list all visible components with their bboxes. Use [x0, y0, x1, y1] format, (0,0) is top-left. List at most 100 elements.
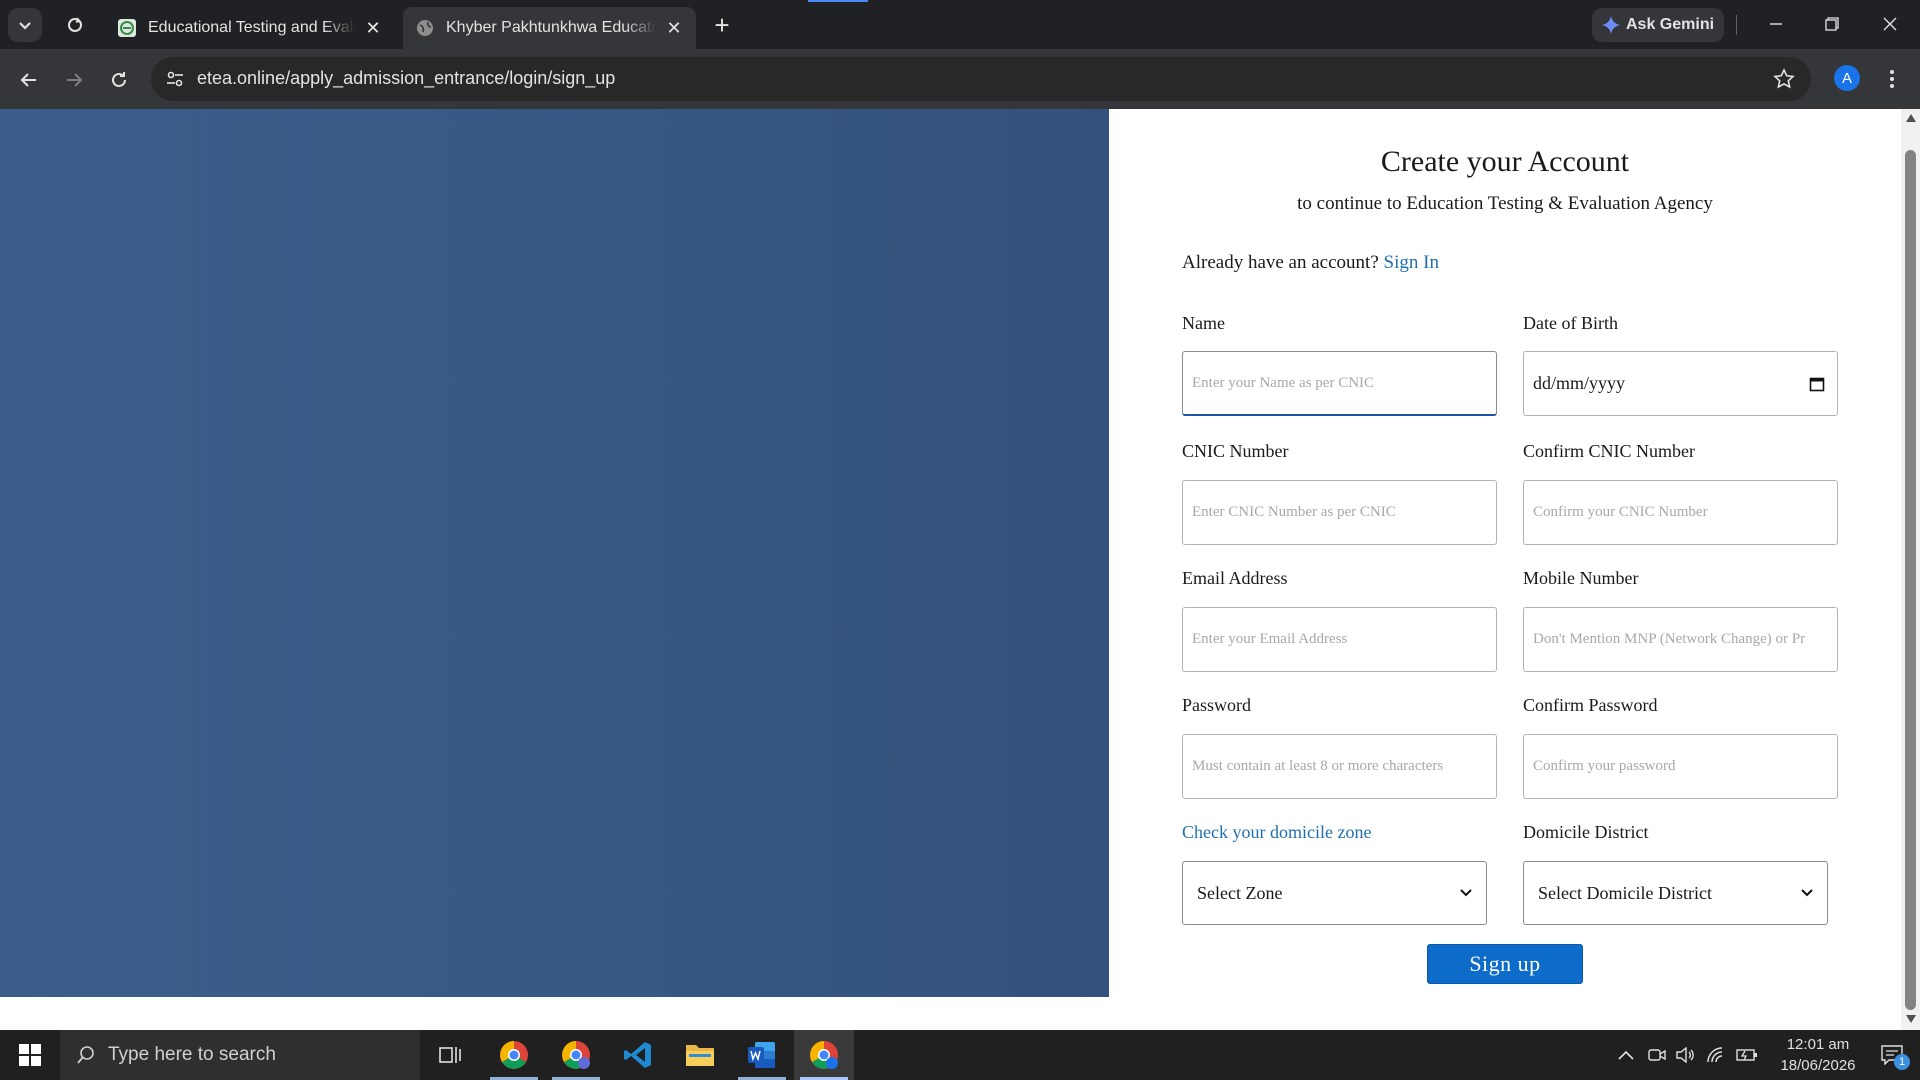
chevron-down-icon: [1460, 889, 1472, 897]
sync-icon: [68, 17, 82, 32]
chevron-down-icon: [19, 22, 31, 30]
search-placeholder: Type here to search: [108, 1044, 276, 1065]
avatar-initial: A: [1841, 69, 1852, 87]
mobile-label: Mobile Number: [1523, 568, 1639, 588]
cnic-input[interactable]: Enter CNIC Number as per CNIC: [1182, 480, 1497, 545]
password-placeholder: Must contain at least 8 or more characte…: [1192, 758, 1444, 774]
vscode-icon: [624, 1042, 651, 1068]
signin-link[interactable]: Sign In: [1384, 252, 1439, 273]
taskbar-vscode[interactable]: [608, 1030, 668, 1080]
taskbar-chrome-active[interactable]: [794, 1030, 854, 1080]
speaker-icon: [1676, 1047, 1694, 1063]
globe-icon: [417, 20, 433, 36]
address-bar[interactable]: etea.online/apply_admission_entrance/log…: [151, 57, 1811, 101]
page-title: Create your Account: [1380, 145, 1630, 178]
ask-gemini-button[interactable]: Ask Gemini: [1592, 8, 1724, 42]
arrow-right-icon: [67, 73, 83, 87]
reload-button[interactable]: [102, 63, 136, 97]
restore-button[interactable]: [1812, 6, 1852, 42]
close-tab-icon[interactable]: ✕: [664, 18, 684, 38]
dob-placeholder: dd/mm/yyyy: [1533, 373, 1626, 393]
notification-center[interactable]: 1: [1872, 1040, 1912, 1070]
wifi-icon: [1707, 1047, 1723, 1063]
tab-title: Educational Testing and Evaluation Agenc…: [148, 19, 355, 36]
clock[interactable]: 12:01 am 18/06/2026: [1766, 1034, 1870, 1076]
hero-panel: [0, 109, 1109, 997]
chevron-up-icon: [1618, 1050, 1634, 1060]
gemini-sparkle-icon: [1602, 16, 1620, 34]
chrome-profile-icon: [810, 1041, 838, 1069]
tab-etea-2-active[interactable]: Khyber Pakhtunkhwa Education Testing ✕: [403, 7, 696, 49]
task-view-button[interactable]: [420, 1030, 480, 1080]
folder-icon: [686, 1045, 714, 1066]
password-input[interactable]: Must contain at least 8 or more characte…: [1182, 734, 1497, 799]
url-text: etea.online/apply_admission_entrance/log…: [197, 68, 616, 88]
restore-icon: [1825, 17, 1839, 31]
district-select[interactable]: Select Domicile District: [1523, 861, 1828, 925]
task-view-icon: [439, 1047, 461, 1063]
name-placeholder: Enter your Name as per CNIC: [1192, 374, 1375, 391]
mobile-input[interactable]: Don't Mention MNP (Network Change) or Pr: [1523, 607, 1838, 672]
scrollbar-thumb[interactable]: [1905, 150, 1916, 1010]
clock-date: 18/06/2026: [1780, 1057, 1856, 1074]
taskbar-file-explorer[interactable]: [670, 1030, 730, 1080]
start-button[interactable]: [0, 1030, 60, 1080]
taskbar-chrome-2[interactable]: [546, 1030, 606, 1080]
chrome-profile-icon: [562, 1041, 590, 1069]
battery-tray[interactable]: [1734, 1040, 1760, 1070]
taskbar-search[interactable]: Type here to search: [60, 1030, 420, 1080]
password-label: Password: [1182, 695, 1252, 715]
word-icon: [748, 1042, 775, 1068]
signup-button[interactable]: Sign up: [1427, 944, 1583, 984]
separator: [1736, 15, 1737, 35]
signin-prompt: Already have an account?: [1182, 252, 1379, 273]
tab-search-button[interactable]: [8, 8, 42, 42]
email-placeholder: Enter your Email Address: [1192, 631, 1348, 647]
name-input[interactable]: Enter your Name as per CNIC: [1182, 351, 1497, 416]
show-hidden-icons[interactable]: [1614, 1040, 1638, 1070]
zone-selected: Select Zone: [1197, 882, 1283, 903]
browser-menu-button[interactable]: [1880, 64, 1904, 94]
new-tab-button[interactable]: +: [707, 10, 737, 40]
cnic-placeholder: Enter CNIC Number as per CNIC: [1192, 504, 1396, 520]
close-tab-icon[interactable]: ✕: [363, 18, 383, 38]
page-subtitle: to continue to Education Testing & Evalu…: [1297, 193, 1713, 214]
signup-form: Create your Account to continue to Educa…: [1109, 109, 1901, 997]
meet-now-tray[interactable]: [1645, 1040, 1669, 1070]
profile-avatar[interactable]: A: [1834, 65, 1860, 91]
name-label: Name: [1182, 313, 1225, 333]
chevron-down-icon: [1801, 889, 1813, 897]
close-window-button[interactable]: [1870, 6, 1910, 42]
scroll-down-icon[interactable]: [1906, 1015, 1916, 1023]
dob-input[interactable]: dd/mm/yyyy: [1523, 351, 1838, 416]
tab-etea-1[interactable]: Educational Testing and Evaluation Agenc…: [105, 7, 395, 49]
taskbar-chrome-1[interactable]: [484, 1030, 544, 1080]
bookmark-star-icon[interactable]: [1773, 68, 1795, 90]
arrow-left-icon: [20, 73, 36, 87]
check-domicile-zone-link[interactable]: Check your domicile zone: [1182, 822, 1371, 843]
calendar-icon[interactable]: [1809, 376, 1825, 392]
scroll-up-icon[interactable]: [1906, 114, 1916, 122]
confirm-password-label: Confirm Password: [1523, 695, 1658, 715]
zone-select[interactable]: Select Zone: [1182, 861, 1487, 925]
site-settings-icon[interactable]: [165, 69, 185, 89]
confirm-cnic-input[interactable]: Confirm your CNIC Number: [1523, 480, 1838, 545]
confirm-password-placeholder: Confirm your password: [1533, 758, 1676, 774]
mobile-placeholder: Don't Mention MNP (Network Change) or Pr: [1533, 631, 1806, 647]
taskbar-word[interactable]: [732, 1030, 792, 1080]
minimize-icon: [1770, 23, 1782, 25]
volume-tray[interactable]: [1674, 1040, 1698, 1070]
notification-badge: 1: [1894, 1054, 1910, 1070]
etea-favicon-icon: [118, 19, 136, 37]
pinned-tab[interactable]: [60, 10, 90, 40]
confirm-password-input[interactable]: Confirm your password: [1523, 734, 1838, 799]
minimize-button[interactable]: [1756, 6, 1796, 42]
clock-time: 12:01 am: [1786, 1036, 1850, 1053]
plus-icon: +: [714, 9, 730, 40]
network-tray[interactable]: [1704, 1040, 1728, 1070]
ask-gemini-label: Ask Gemini: [1626, 16, 1715, 33]
windows-logo-icon: [19, 1044, 41, 1066]
forward-button[interactable]: [57, 63, 91, 97]
email-input[interactable]: Enter your Email Address: [1182, 607, 1497, 672]
back-button[interactable]: [12, 63, 46, 97]
